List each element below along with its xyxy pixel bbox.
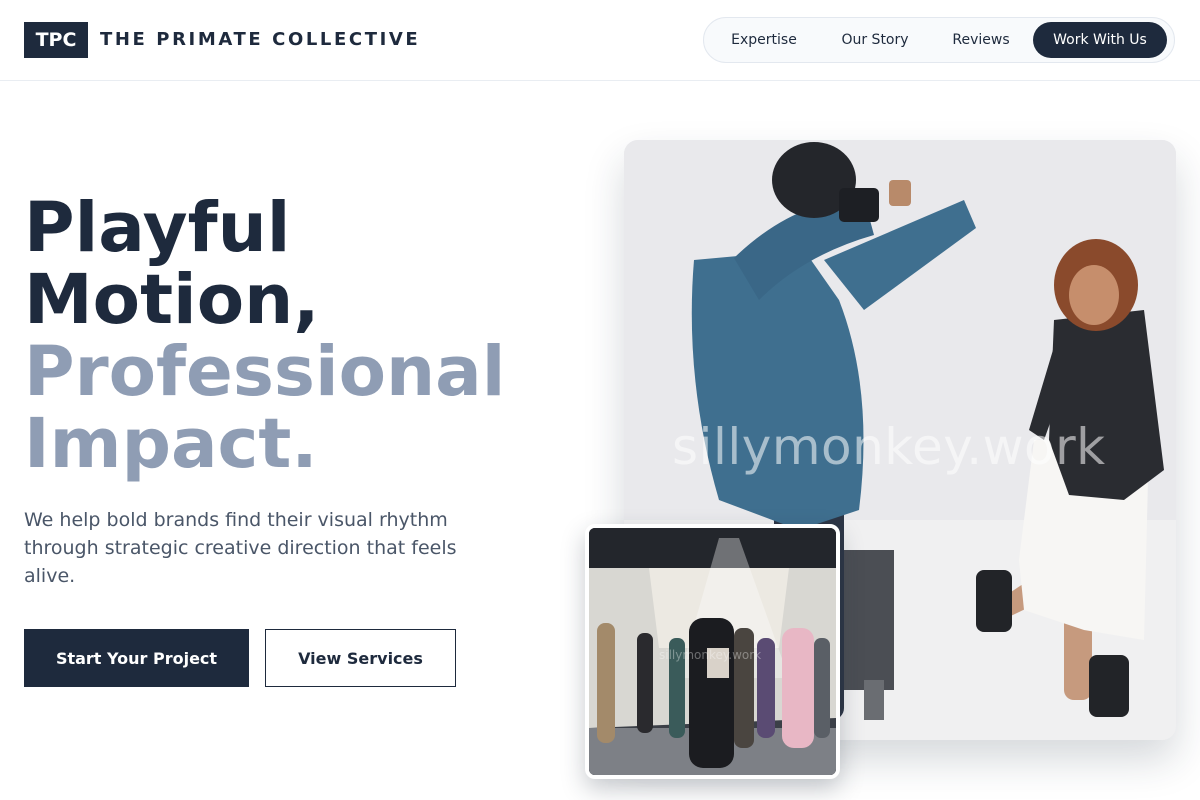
logo-mark[interactable]: TPC — [24, 22, 88, 58]
view-services-button[interactable]: View Services — [265, 629, 456, 687]
inset-watermark: sillymonkey.work — [659, 648, 762, 662]
nav-link-expertise[interactable]: Expertise — [712, 22, 816, 58]
headline-line-2: Motion, — [24, 260, 320, 340]
nav-link-our-story[interactable]: Our Story — [824, 22, 926, 58]
inset-photo: sillymonkey.work — [585, 524, 840, 779]
site-header: TPC THE PRIMATE COLLECTIVE Expertise Our… — [0, 0, 1200, 81]
hero-headline: Playful Motion, Professional Impact. — [24, 192, 584, 480]
headline-line-3: Professional — [24, 332, 506, 412]
work-with-us-button[interactable]: Work With Us — [1033, 22, 1167, 58]
start-project-button[interactable]: Start Your Project — [24, 629, 249, 687]
nav-link-reviews[interactable]: Reviews — [936, 22, 1026, 58]
brand-name[interactable]: THE PRIMATE COLLECTIVE — [100, 29, 420, 51]
headline-line-1: Playful — [24, 188, 291, 268]
photo-watermark: sillymonkey.work — [672, 418, 1106, 476]
main-nav: Expertise Our Story Reviews Work With Us — [703, 17, 1175, 63]
hero-subtext: We help bold brands find their visual rh… — [24, 509, 457, 587]
headline-line-4: Impact. — [24, 404, 318, 484]
